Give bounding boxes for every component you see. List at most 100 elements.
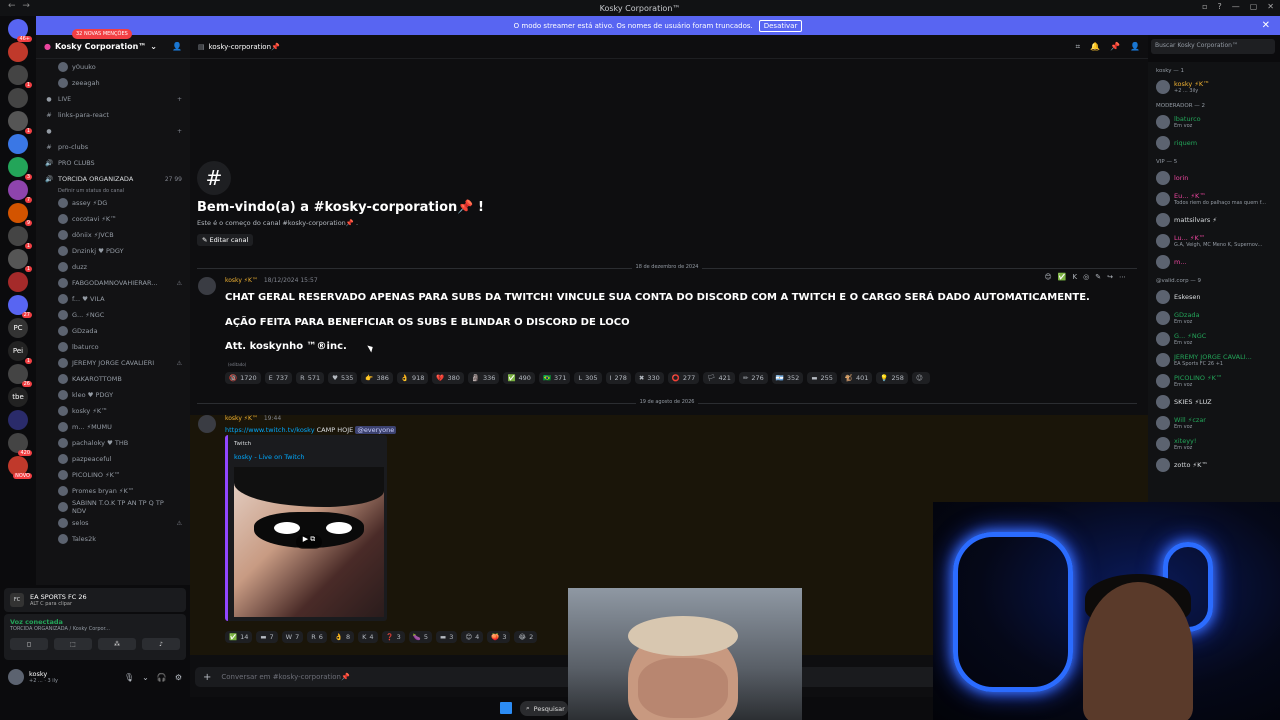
threads-icon[interactable]: ⌗ xyxy=(1076,42,1081,52)
server-icon[interactable]: 7 xyxy=(8,180,32,203)
channel-tail[interactable]: 27 99 xyxy=(165,176,182,183)
reaction[interactable]: 😂 2 xyxy=(514,631,538,643)
reaction[interactable]: I 278 xyxy=(605,372,631,384)
play-icon[interactable]: ▶ ⧉ xyxy=(296,535,322,549)
soundboard-button[interactable]: ♪ xyxy=(142,638,180,650)
reaction[interactable]: ✅ 490 xyxy=(503,372,535,384)
server-icon[interactable] xyxy=(8,272,28,292)
member-item[interactable]: zotto ⚡K™ xyxy=(1148,454,1280,475)
voice-user[interactable]: f... ♥ VILA xyxy=(36,291,190,307)
author-name[interactable]: kosky ⚡K™ xyxy=(225,277,258,284)
avatar[interactable] xyxy=(8,669,24,685)
channel-item[interactable]: 🔊 TORCIDA ORGANIZADA 27 99 xyxy=(36,171,190,187)
server-icon[interactable]: 1 xyxy=(8,226,32,249)
reaction[interactable]: 🍑 3 xyxy=(487,631,511,643)
author-name[interactable]: kosky ⚡K™ xyxy=(225,415,258,422)
reaction[interactable]: ▬ 7 xyxy=(256,631,278,643)
reaction[interactable]: R 571 xyxy=(296,372,325,384)
channel-item[interactable]: 🔊 PRO CLUBS xyxy=(36,155,190,171)
microphone-icon[interactable]: 🎙 xyxy=(124,673,134,682)
message-action-icon[interactable]: ⋯ xyxy=(1119,273,1126,281)
gear-icon[interactable]: ⚙ xyxy=(175,673,182,682)
message-action-icon[interactable]: ✎ xyxy=(1095,273,1101,281)
server-icon[interactable]: PC xyxy=(8,318,28,338)
member-item[interactable]: Lu... ⚡K™ G.A, Veigh, MC Meno K, Supernov… xyxy=(1148,230,1280,251)
game-activity[interactable]: FC EA SPORTS FC 26 ALT C para clipar xyxy=(4,588,186,612)
reaction[interactable]: 😊 4 xyxy=(461,631,484,643)
reaction[interactable]: ✏ 276 xyxy=(738,372,768,384)
voice-channel-path[interactable]: TORCIDA ORGANIZADA / Kosky Corpor... xyxy=(10,626,180,632)
reaction[interactable]: 🔞 1720 xyxy=(225,372,261,384)
member-item[interactable]: riquem xyxy=(1148,132,1280,153)
reaction[interactable]: ⭕ 277 xyxy=(667,372,700,384)
reaction[interactable]: 🇦🇷 352 xyxy=(771,372,804,384)
voice-user[interactable]: JEREMY JORGE CAVALIERI ⚠ xyxy=(36,355,190,371)
server-icon[interactable]: 46+ xyxy=(8,19,32,42)
channel-category[interactable]: ● + xyxy=(36,123,190,139)
inbox-icon[interactable]: ▫ xyxy=(1202,2,1207,11)
reaction[interactable]: 🇧🇷 371 xyxy=(538,372,571,384)
channel-tail[interactable]: ⚠ xyxy=(177,280,182,287)
activities-button[interactable]: ⁂ xyxy=(98,638,136,650)
edit-channel-button[interactable]: ✎ Editar canal xyxy=(197,234,254,246)
voice-user[interactable]: assey ⚡DG xyxy=(36,195,190,211)
server-icon[interactable]: 27 xyxy=(8,295,32,318)
close-icon[interactable]: ✕ xyxy=(1262,20,1270,31)
voice-user[interactable]: SABINN T.O.K TP AN TP Q TP NDV xyxy=(36,499,190,515)
voice-user[interactable]: Promes bryan ⚡K™ xyxy=(36,483,190,499)
everyone-mention[interactable]: @everyone xyxy=(355,426,397,434)
reaction[interactable]: 🍆 5 xyxy=(408,631,433,643)
chevron-down-icon[interactable]: ⌄ xyxy=(142,673,149,682)
add-user-icon[interactable]: 👤 xyxy=(172,42,182,51)
member-item[interactable]: SKIES ⚡LUZ xyxy=(1148,391,1280,412)
member-item[interactable]: xiteyy! Em voz xyxy=(1148,433,1280,454)
reaction[interactable]: 👌 918 xyxy=(396,372,429,384)
channel-tail[interactable]: + xyxy=(177,128,182,135)
voice-user[interactable]: lbaturco xyxy=(36,339,190,355)
message-action-icon[interactable]: ✅ xyxy=(1058,273,1067,281)
reaction[interactable]: ❓ 3 xyxy=(381,631,405,643)
voice-user[interactable]: GDzada xyxy=(36,323,190,339)
avatar[interactable] xyxy=(198,415,216,433)
reaction[interactable]: 👌 8 xyxy=(330,631,355,643)
server-icon[interactable] xyxy=(8,410,28,430)
reaction[interactable]: ▬ 3 xyxy=(436,631,458,643)
channel-tail[interactable]: ⚠ xyxy=(177,520,182,527)
member-item[interactable]: JEREMY JORGE CAVALI... EA Sports FC 26 +1 xyxy=(1148,349,1280,370)
channel-item[interactable]: # links-para-react xyxy=(36,107,190,123)
server-icon[interactable]: 1 xyxy=(8,249,32,272)
voice-user[interactable]: cocotavi ⚡K™ xyxy=(36,211,190,227)
member-item[interactable]: lorin xyxy=(1148,167,1280,188)
member-item[interactable]: PICOLINO ⚡K™ Em voz xyxy=(1148,370,1280,391)
reaction[interactable]: L 305 xyxy=(574,372,602,384)
server-icon[interactable] xyxy=(8,42,28,62)
avatar[interactable] xyxy=(198,277,216,295)
reaction[interactable]: R6 xyxy=(307,631,327,643)
member-item[interactable]: Eskesen xyxy=(1148,286,1280,307)
reaction[interactable]: ☺ xyxy=(911,372,930,384)
help-icon[interactable]: ? xyxy=(1217,2,1221,11)
bell-icon[interactable]: 🔔 xyxy=(1090,42,1100,52)
server-icon[interactable]: NOVO xyxy=(8,456,32,479)
twitch-link[interactable]: https://www.twitch.tv/kosky xyxy=(225,426,315,434)
attach-plus-icon[interactable]: + xyxy=(203,672,211,683)
message-action-icon[interactable]: K xyxy=(1073,273,1078,281)
voice-user[interactable]: Tales2k xyxy=(36,531,190,547)
server-icon[interactable]: 1 xyxy=(8,111,32,134)
voice-user[interactable]: m... ⚡MUMU xyxy=(36,419,190,435)
new-mentions-pill[interactable]: 32 NOVAS MENÇÕES xyxy=(72,29,132,39)
server-icon[interactable]: 3 xyxy=(8,157,32,180)
windows-start-icon[interactable] xyxy=(500,702,512,714)
message-action-icon[interactable]: ↪ xyxy=(1107,273,1113,281)
search-input[interactable]: Buscar Kosky Corporation™ xyxy=(1151,39,1275,54)
maximize-button[interactable]: ▢ xyxy=(1250,2,1258,11)
voice-user[interactable]: G... ⚡NGC xyxy=(36,307,190,323)
reaction[interactable]: W7 xyxy=(281,631,304,643)
voice-user[interactable]: duzz xyxy=(36,259,190,275)
voice-user[interactable]: selos ⚠ xyxy=(36,515,190,531)
reaction[interactable]: K4 xyxy=(358,631,378,643)
reaction[interactable]: 💡 258 xyxy=(876,372,908,384)
reaction[interactable]: ♥ 535 xyxy=(328,372,358,384)
voice-user[interactable]: dôniix ⚡JVCB xyxy=(36,227,190,243)
voice-user[interactable]: kleo ♥ PDGY xyxy=(36,387,190,403)
